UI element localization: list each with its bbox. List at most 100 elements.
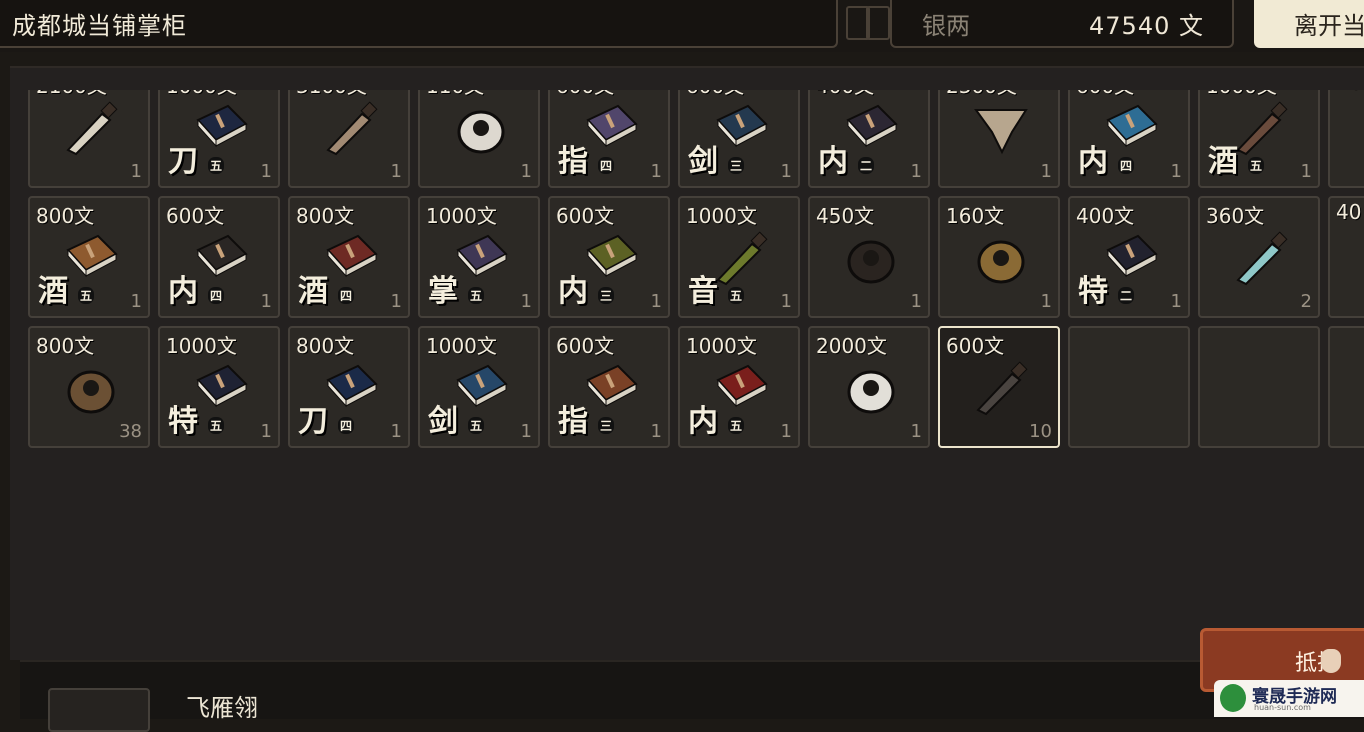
inventory-slot[interactable]: 1000文掌五 1 <box>418 196 540 318</box>
item-quantity: 1 <box>1170 291 1182 312</box>
inventory-slot[interactable]: 600文剑三 1 <box>678 90 800 188</box>
bracelet-icon <box>842 228 900 288</box>
inventory-slot[interactable]: 360文 2 <box>1198 196 1320 318</box>
shawl-icon <box>972 98 1030 158</box>
item-tier-badge: 五 <box>728 417 745 434</box>
item-quantity: 1 <box>520 291 532 312</box>
inventory-slot[interactable]: 1000文特五 1 <box>158 326 280 448</box>
item-type-glyph: 刀 <box>298 404 328 439</box>
inventory-slot[interactable]: 2300文 1 <box>938 90 1060 188</box>
book-icon <box>712 358 770 418</box>
item-price: 400文 <box>1076 204 1135 228</box>
item-quantity: 1 <box>780 291 792 312</box>
item-type-glyph: 特 <box>168 404 198 439</box>
item-quantity: 1 <box>1300 161 1312 182</box>
inventory-slot[interactable]: 40 <box>1328 90 1364 188</box>
frame-ornament <box>866 6 890 40</box>
item-price: 1000文 <box>686 334 757 358</box>
item-type-glyph: 内 <box>688 404 718 439</box>
inventory-slot[interactable]: 1000文刀五 1 <box>158 90 280 188</box>
inventory-slot[interactable]: 2000文 1 <box>808 326 930 448</box>
inventory-slot-empty[interactable] <box>1198 326 1320 448</box>
item-type-glyph: 剑 <box>688 144 718 179</box>
item-tier-badge: 四 <box>1118 157 1135 174</box>
book-icon <box>452 358 510 418</box>
inventory-slot[interactable]: 800文酒四 1 <box>288 196 410 318</box>
item-price: 360文 <box>1206 204 1265 228</box>
inventory-slot[interactable]: 2100文 1 <box>28 90 150 188</box>
book-icon <box>712 98 770 158</box>
inventory-slot[interactable]: 400文内二 1 <box>808 90 930 188</box>
money-value: 47540 文 <box>1089 12 1204 40</box>
title-box: 成都城当铺掌柜 <box>0 0 838 48</box>
hand-cursor-icon <box>1321 649 1341 673</box>
inventory-slot[interactable]: 600文指四 1 <box>548 90 670 188</box>
watermark: 寰晟手游网 huan-sun.com <box>1214 680 1364 717</box>
item-type-glyph: 刀 <box>168 144 198 179</box>
item-quantity: 1 <box>1170 161 1182 182</box>
inventory-slot-selected[interactable]: 600文 10 <box>938 326 1060 448</box>
coin-icon <box>62 358 120 418</box>
item-price: 800文 <box>296 204 355 228</box>
inventory-slot-empty[interactable] <box>1328 326 1364 448</box>
book-icon <box>192 358 250 418</box>
item-tier-badge: 二 <box>858 157 875 174</box>
item-type-glyph: 内 <box>168 274 198 309</box>
item-tier-badge: 四 <box>208 287 225 304</box>
inventory-slot-empty[interactable] <box>1068 326 1190 448</box>
inventory-slot[interactable]: 1000文剑五 1 <box>418 326 540 448</box>
item-price: 600文 <box>556 204 615 228</box>
item-quantity: 1 <box>1040 161 1052 182</box>
item-price: 600文 <box>556 334 615 358</box>
item-price: 2300文 <box>946 90 1017 99</box>
item-quantity: 1 <box>520 161 532 182</box>
item-quantity: 1 <box>520 421 532 442</box>
inventory-slot[interactable]: 600文内三 1 <box>548 196 670 318</box>
item-quantity: 1 <box>910 421 922 442</box>
item-quantity: 1 <box>260 161 272 182</box>
inventory-slot[interactable]: 600文内四 1 <box>158 196 280 318</box>
item-type-glyph: 内 <box>558 274 588 309</box>
inventory-slot[interactable]: 600文内四 1 <box>1068 90 1190 188</box>
inventory-slot[interactable]: 800文酒五 1 <box>28 196 150 318</box>
item-detail-thumbnail <box>48 688 150 732</box>
leave-button-label: 离开当 <box>1294 12 1364 40</box>
item-price: 600文 <box>946 334 1005 358</box>
inventory-slot[interactable]: 160文 1 <box>938 196 1060 318</box>
item-tier-badge: 三 <box>598 287 615 304</box>
item-price: 160文 <box>946 204 1005 228</box>
item-price: 600文 <box>166 204 225 228</box>
inventory-slot[interactable]: 110文 1 <box>418 90 540 188</box>
item-price: 1000文 <box>1206 90 1277 99</box>
item-type-glyph: 内 <box>1078 144 1108 179</box>
inventory-slot[interactable]: 400文特二 1 <box>1068 196 1190 318</box>
item-type-glyph: 音 <box>688 274 718 309</box>
item-price: 600文 <box>686 90 744 99</box>
item-detail-name: 飞雁翎 <box>186 694 258 722</box>
item-price: 40 <box>1336 200 1362 224</box>
inventory-slot[interactable]: 1000文音五 1 <box>678 196 800 318</box>
item-type-glyph: 内 <box>818 144 848 179</box>
inventory-slot[interactable]: 1000文内五 1 <box>678 326 800 448</box>
scroll-icon <box>1232 98 1290 158</box>
item-price: 1000文 <box>426 204 497 228</box>
item-quantity: 1 <box>780 161 792 182</box>
inventory-slot[interactable]: 800文刀四 1 <box>288 326 410 448</box>
inventory-slot[interactable]: 600文指三 1 <box>548 326 670 448</box>
book-icon <box>62 228 120 288</box>
item-tier-badge: 二 <box>1118 287 1135 304</box>
item-quantity: 2 <box>1300 291 1312 312</box>
leave-button[interactable]: 离开当 <box>1254 0 1364 48</box>
item-price: 450文 <box>816 204 875 228</box>
book-icon <box>192 98 250 158</box>
item-price: 800文 <box>296 334 355 358</box>
inventory-slot[interactable]: 1000文酒五 1 <box>1198 90 1320 188</box>
inventory-slot[interactable]: 800文 38 <box>28 326 150 448</box>
inventory-slot[interactable]: 450文 1 <box>808 196 930 318</box>
item-quantity: 1 <box>260 421 272 442</box>
inventory-slot[interactable]: 40 <box>1328 196 1364 318</box>
item-tier-badge: 三 <box>598 417 615 434</box>
inventory-slot[interactable]: 3100文 1 <box>288 90 410 188</box>
knife-icon <box>62 98 120 158</box>
item-quantity: 1 <box>1040 291 1052 312</box>
